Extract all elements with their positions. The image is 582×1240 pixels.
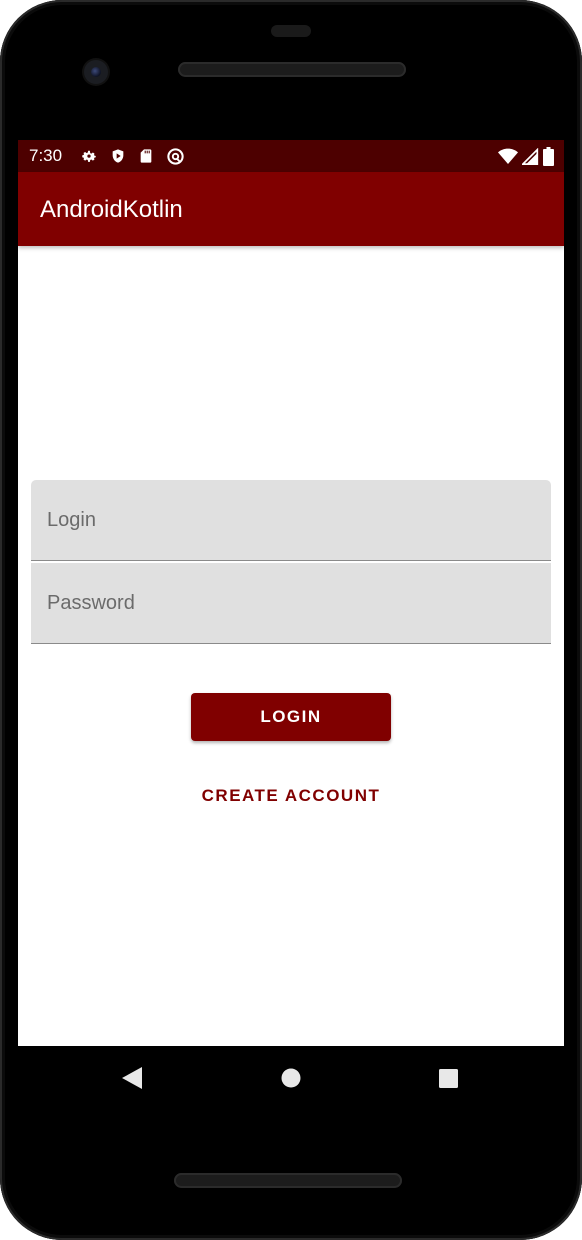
earpiece-speaker <box>178 62 406 77</box>
password-input[interactable] <box>31 563 551 643</box>
status-system-icons <box>498 146 554 166</box>
sd-card-icon <box>138 147 154 165</box>
navigation-bar <box>18 1046 564 1110</box>
settings-icon <box>80 147 98 165</box>
status-notification-icons <box>80 146 185 166</box>
app-bar: AndroidKotlin <box>18 172 564 246</box>
battery-icon <box>543 146 554 166</box>
home-icon[interactable] <box>279 1066 303 1090</box>
login-field[interactable] <box>31 480 551 561</box>
status-time: 7:30 <box>29 146 63 165</box>
app-screen: 7:30 AndroidKotlin Login LOGIN CREATE AC… <box>18 140 564 1046</box>
at-sign-icon <box>166 147 185 166</box>
login-input[interactable] <box>31 480 551 560</box>
status-bar: 7:30 <box>18 140 564 172</box>
top-sensor <box>271 25 311 37</box>
create-account-button[interactable]: CREATE ACCOUNT <box>174 778 408 814</box>
front-camera-icon <box>84 60 108 84</box>
password-field[interactable] <box>31 563 551 644</box>
recents-icon[interactable] <box>436 1066 460 1090</box>
shield-icon <box>110 147 126 165</box>
page-title: AndroidKotlin <box>40 196 183 223</box>
back-icon[interactable] <box>120 1066 144 1090</box>
login-button[interactable]: LOGIN <box>191 693 391 741</box>
signal-icon <box>522 147 539 165</box>
phone-frame: 7:30 AndroidKotlin Login LOGIN CREATE AC… <box>0 0 582 1240</box>
wifi-icon <box>498 148 518 165</box>
bottom-speaker <box>174 1173 402 1188</box>
